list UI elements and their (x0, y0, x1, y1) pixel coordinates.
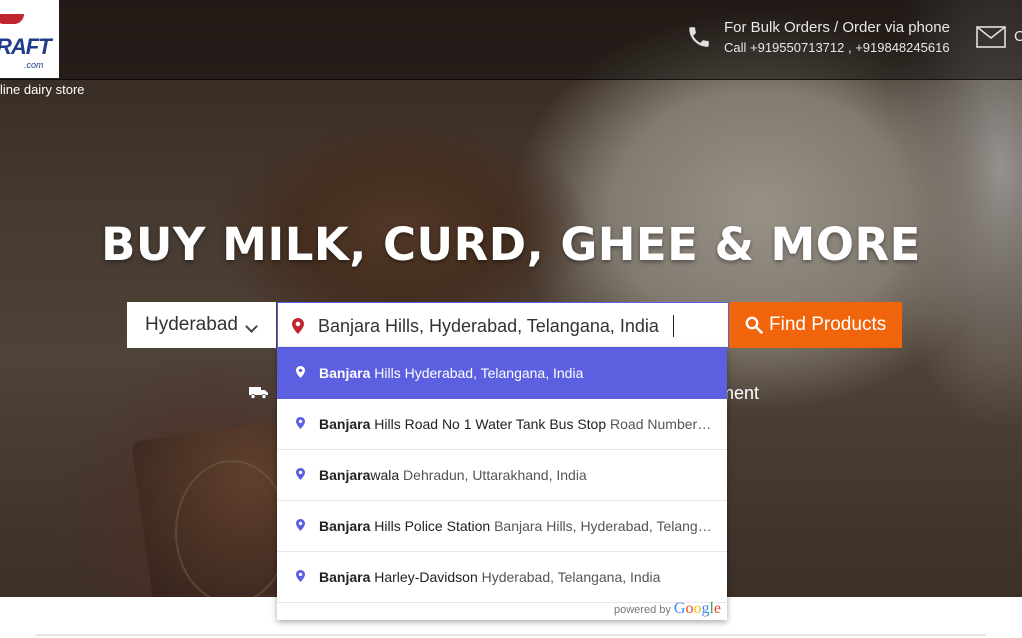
top-bar: RAFT .com For Bulk Orders / Order via ph… (0, 0, 1022, 80)
search-icon (745, 316, 763, 334)
suggestion-main: Hills Road No 1 Water Tank Bus Stop (370, 416, 607, 432)
logo-mark (0, 14, 24, 24)
map-pin-icon (296, 417, 305, 429)
suggestion-secondary: Road Number 1… (606, 416, 714, 432)
suggestion-text: Banjarawala Dehradun, Uttarakhand, India (319, 450, 714, 500)
city-select-value: Hyderabad (145, 314, 238, 335)
text-caret (673, 315, 674, 337)
suggestion-main: Harley-Davidson (370, 569, 478, 585)
map-pin-icon (296, 519, 305, 531)
map-pin-icon (296, 468, 305, 480)
suggestion-match: Banjara (319, 518, 371, 534)
logo-wordmark: RAFT (0, 34, 52, 59)
suggestion-item[interactable]: Banjara Hills Police Station Banjara Hil… (277, 501, 727, 552)
suggestion-secondary: Dehradun, Uttarakhand, India (399, 467, 587, 483)
site-tagline: line dairy store (0, 82, 85, 97)
suggestion-item[interactable]: Banjara Hills Road No 1 Water Tank Bus S… (277, 399, 727, 450)
suggestion-main: wala (370, 467, 400, 483)
phone-icon (689, 27, 709, 47)
suggestion-item[interactable]: Banjarawala Dehradun, Uttarakhand, India (277, 450, 727, 501)
suggestion-match: Banjara (319, 467, 371, 483)
powered-by-text: powered by (614, 604, 671, 616)
suggestion-text: Banjara Harley-Davidson Hyderabad, Telan… (319, 552, 714, 602)
suggestion-item[interactable]: Banjara Hills Hyderabad, Telangana, Indi… (277, 348, 727, 399)
phone-numbers[interactable]: Call +919550713712 , +919848245616 (724, 40, 950, 55)
suggestion-match: Banjara (319, 569, 371, 585)
location-search-input[interactable]: Banjara Hills, Hyderabad, Telangana, Ind… (277, 302, 729, 348)
logo-domain: .com (24, 60, 44, 70)
suggestion-main: Hills (370, 365, 401, 381)
suggestion-text: Banjara Hills Hyderabad, Telangana, Indi… (319, 348, 714, 399)
suggestion-match: Banjara (319, 365, 371, 381)
location-input-value: Banjara Hills, Hyderabad, Telangana, Ind… (318, 316, 659, 336)
bulk-orders-text: For Bulk Orders / Order via phone (724, 19, 950, 36)
mail-text: C (1014, 28, 1022, 45)
find-products-label: Find Products (769, 314, 887, 335)
suggestion-secondary: Hyderabad, Telangana, India (400, 365, 584, 381)
site-logo[interactable]: RAFT .com (0, 0, 59, 78)
hero-headline: BUY MILK, CURD, GHEE & MORE (101, 218, 921, 271)
suggestion-secondary: Banjara Hills, Hyderabad, Telanga… (490, 518, 714, 534)
suggestion-text: Banjara Hills Police Station Banjara Hil… (319, 501, 714, 551)
autocomplete-dropdown: Banjara Hills Hyderabad, Telangana, Indi… (277, 348, 727, 620)
google-logo: Google (673, 600, 721, 617)
mail-icon[interactable] (976, 26, 1006, 48)
powered-by-google: powered by Google (614, 600, 721, 618)
truck-icon (249, 387, 268, 399)
suggestion-match: Banjara (319, 416, 371, 432)
suggestion-text: Banjara Hills Road No 1 Water Tank Bus S… (319, 399, 714, 449)
suggestion-main: Hills Police Station (370, 518, 491, 534)
page-divider (36, 634, 986, 636)
suggestion-secondary: Hyderabad, Telangana, India (477, 569, 661, 585)
city-select[interactable]: Hyderabad (127, 302, 276, 348)
find-products-button[interactable]: Find Products (729, 302, 902, 348)
suggestion-item[interactable]: Banjara Harley-Davidson Hyderabad, Telan… (277, 552, 727, 603)
map-pin-icon (296, 570, 305, 582)
map-pin-icon (292, 318, 304, 334)
chevron-down-icon (245, 320, 258, 333)
map-pin-icon (296, 366, 305, 378)
